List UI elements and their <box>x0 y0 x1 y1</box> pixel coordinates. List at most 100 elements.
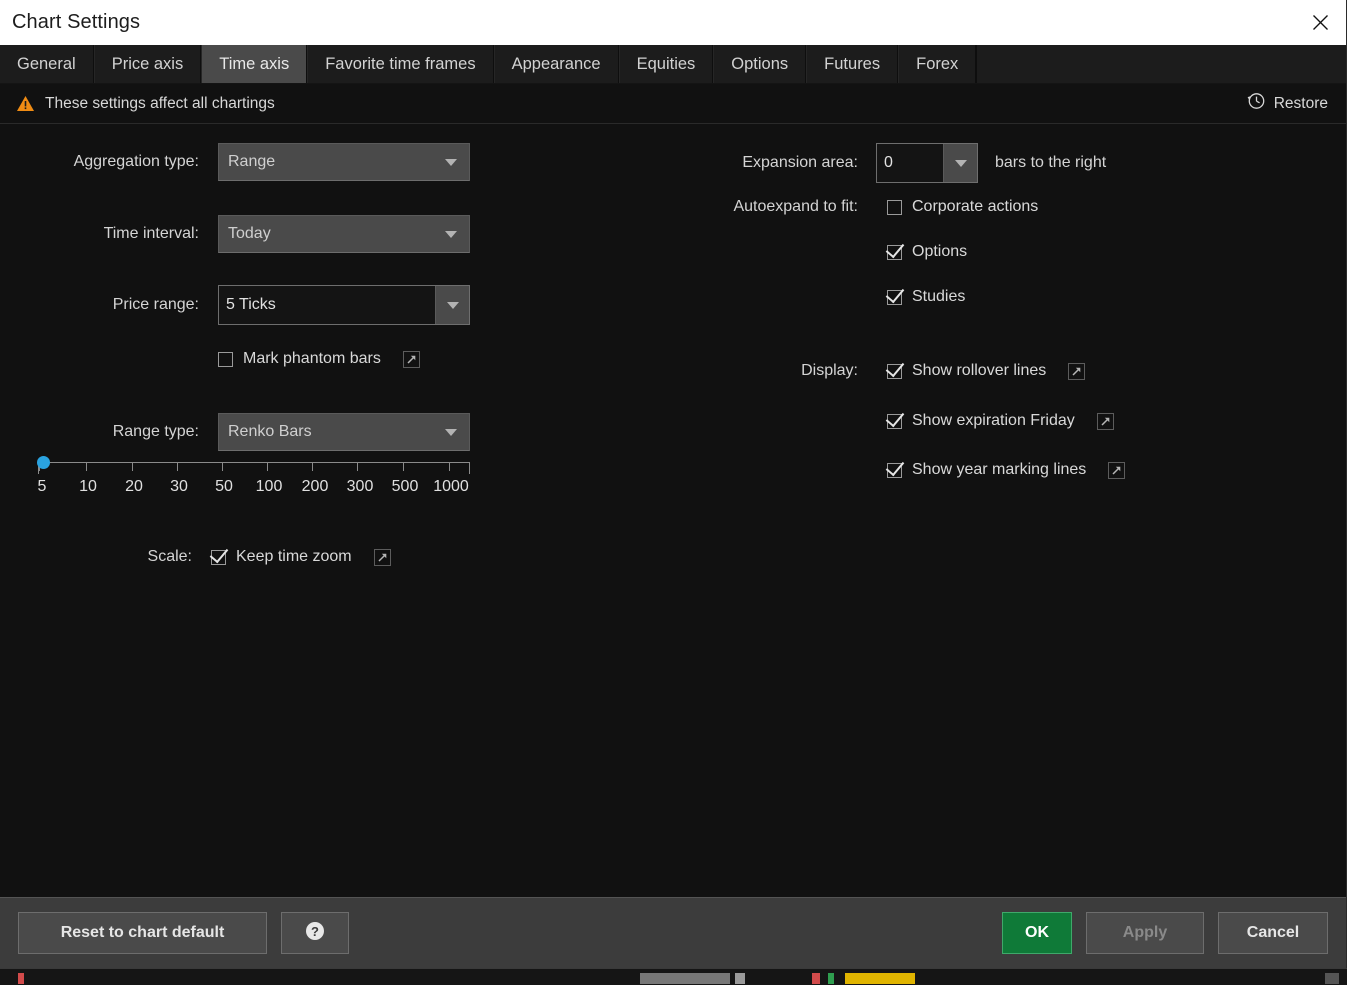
reset-button-label: Reset to chart default <box>60 924 225 941</box>
slider-tick-label: 200 <box>301 478 329 495</box>
reset-to-chart-default-button[interactable]: Reset to chart default <box>18 912 267 954</box>
tab-general[interactable]: General <box>0 45 94 83</box>
tab-label: Options <box>731 54 789 73</box>
external-link-icon[interactable] <box>402 350 420 368</box>
bg-chip <box>18 973 24 984</box>
display-item-label: Show expiration Friday <box>912 412 1075 429</box>
checkbox-box <box>887 199 902 215</box>
range-type-dropdown[interactable]: Renko Bars <box>218 413 470 451</box>
bg-chip <box>845 973 915 984</box>
window-title: Chart Settings <box>12 11 141 33</box>
slider-tick-label: 20 <box>125 478 143 495</box>
tab-futures[interactable]: Futures <box>806 45 899 83</box>
slider-track[interactable] <box>37 456 470 474</box>
aggregation-type-label: Aggregation type: <box>73 153 199 170</box>
apply-button[interactable]: Apply <box>1086 912 1204 954</box>
ok-button[interactable]: OK <box>1002 912 1072 954</box>
range-type-value: Renko Bars <box>228 423 312 440</box>
display-item-show-expiration-friday[interactable]: Show expiration Friday <box>887 412 1075 430</box>
title-bar: Chart Settings <box>0 0 1346 45</box>
autoexpand-item-label: Corporate actions <box>912 198 1039 215</box>
keep-time-zoom-checkbox[interactable]: Keep time zoom <box>211 548 352 566</box>
display-item-show-rollover-lines[interactable]: Show rollover lines <box>887 362 1046 380</box>
tab-label: Futures <box>824 54 881 73</box>
external-link-icon[interactable] <box>1068 362 1086 380</box>
aggregation-type-row: Aggregation type: Range <box>0 143 470 181</box>
slider-tick <box>312 462 313 471</box>
autoexpand-options-row: Options <box>887 243 967 261</box>
tab-appearance[interactable]: Appearance <box>493 45 619 83</box>
price-range-label: Price range: <box>112 296 199 313</box>
restore-button[interactable]: Restore <box>1246 91 1328 116</box>
slider-tick <box>449 462 450 471</box>
bg-chip <box>1325 973 1339 984</box>
slider-tick-label: 100 <box>255 478 283 495</box>
checkbox-box <box>887 462 902 478</box>
display-label: Display: <box>801 362 858 379</box>
slider-tick <box>267 462 268 471</box>
expansion-area-suffix: bars to the right <box>995 154 1107 171</box>
tab-strip-filler <box>976 45 1346 83</box>
price-range-combo[interactable]: 5 Ticks <box>218 285 470 325</box>
tab-price-axis[interactable]: Price axis <box>93 45 202 83</box>
display-item-show-year-marking-lines[interactable]: Show year marking lines <box>887 461 1086 479</box>
display-rollover-row: Display: Show rollover lines <box>640 362 1086 380</box>
mark-phantom-bars-checkbox[interactable]: Mark phantom bars <box>218 350 381 368</box>
slider-thumb[interactable] <box>37 456 50 469</box>
tab-options[interactable]: Options <box>713 45 807 83</box>
range-size-slider[interactable]: 5 10 20 30 50 100 200 300 500 1000 <box>37 456 470 500</box>
external-link-icon[interactable] <box>1096 412 1114 430</box>
expansion-area-label: Expansion area: <box>742 154 858 171</box>
time-interval-row: Time interval: Today <box>0 215 470 253</box>
autoexpand-item-corporate-actions[interactable]: Corporate actions <box>887 198 1038 216</box>
help-question-icon: ? <box>305 921 325 946</box>
tab-strip: General Price axis Time axis Favorite ti… <box>0 45 1346 84</box>
expansion-area-dropdown-button[interactable] <box>943 144 977 182</box>
notice-text: These settings affect all chartings <box>45 94 275 112</box>
tab-label: Forex <box>916 54 959 73</box>
autoexpand-studies-row: Studies <box>887 288 965 306</box>
cancel-button[interactable]: Cancel <box>1218 912 1328 954</box>
tab-favorite-time-frames[interactable]: Favorite time frames <box>307 45 494 83</box>
slider-tick-label: 5 <box>37 478 47 495</box>
checkbox-box <box>887 289 902 305</box>
slider-tick <box>222 462 223 471</box>
svg-text:?: ? <box>311 924 319 939</box>
tab-label: Appearance <box>511 54 601 73</box>
range-type-row: Range type: Renko Bars <box>0 413 470 451</box>
slider-tick-label: 300 <box>346 478 374 495</box>
tab-forex[interactable]: Forex <box>898 45 977 83</box>
autoexpand-item-studies[interactable]: Studies <box>887 288 965 306</box>
checkbox-box <box>887 413 902 429</box>
display-year-marking-row: Show year marking lines <box>887 461 1126 479</box>
history-clock-icon <box>1246 91 1266 116</box>
external-link-icon[interactable] <box>373 548 391 566</box>
time-interval-dropdown[interactable]: Today <box>218 215 470 253</box>
aggregation-type-dropdown[interactable]: Range <box>218 143 470 181</box>
scale-row: Scale: Keep time zoom <box>0 548 470 566</box>
expansion-area-value[interactable]: 0 <box>877 144 943 182</box>
price-range-dropdown-button[interactable] <box>435 286 469 324</box>
tab-label: Equities <box>636 54 696 73</box>
tab-equities[interactable]: Equities <box>618 45 714 83</box>
price-range-value[interactable]: 5 Ticks <box>219 286 435 324</box>
expansion-area-combo[interactable]: 0 <box>876 143 978 183</box>
close-icon[interactable] <box>1294 0 1346 45</box>
autoexpand-item-label: Studies <box>912 288 966 305</box>
time-interval-label: Time interval: <box>103 225 199 242</box>
keep-time-zoom-label: Keep time zoom <box>236 548 352 565</box>
range-type-label: Range type: <box>112 423 199 440</box>
autoexpand-corporate-actions-row: Autoexpand to fit: Corporate actions <box>640 198 1038 216</box>
help-button[interactable]: ? <box>281 912 349 954</box>
chart-settings-dialog: Chart Settings General Price axis Time a… <box>0 0 1347 968</box>
external-link-icon[interactable] <box>1108 461 1126 479</box>
checkbox-box <box>211 549 226 565</box>
time-interval-value: Today <box>228 225 271 242</box>
autoexpand-item-options[interactable]: Options <box>887 243 967 261</box>
slider-tick-label: 30 <box>170 478 188 495</box>
settings-body: Aggregation type: Range Time interval: T… <box>0 124 1346 897</box>
chevron-down-icon <box>445 429 457 436</box>
tab-label: Favorite time frames <box>325 54 476 73</box>
tab-time-axis[interactable]: Time axis <box>201 45 308 83</box>
checkbox-box <box>218 351 233 367</box>
